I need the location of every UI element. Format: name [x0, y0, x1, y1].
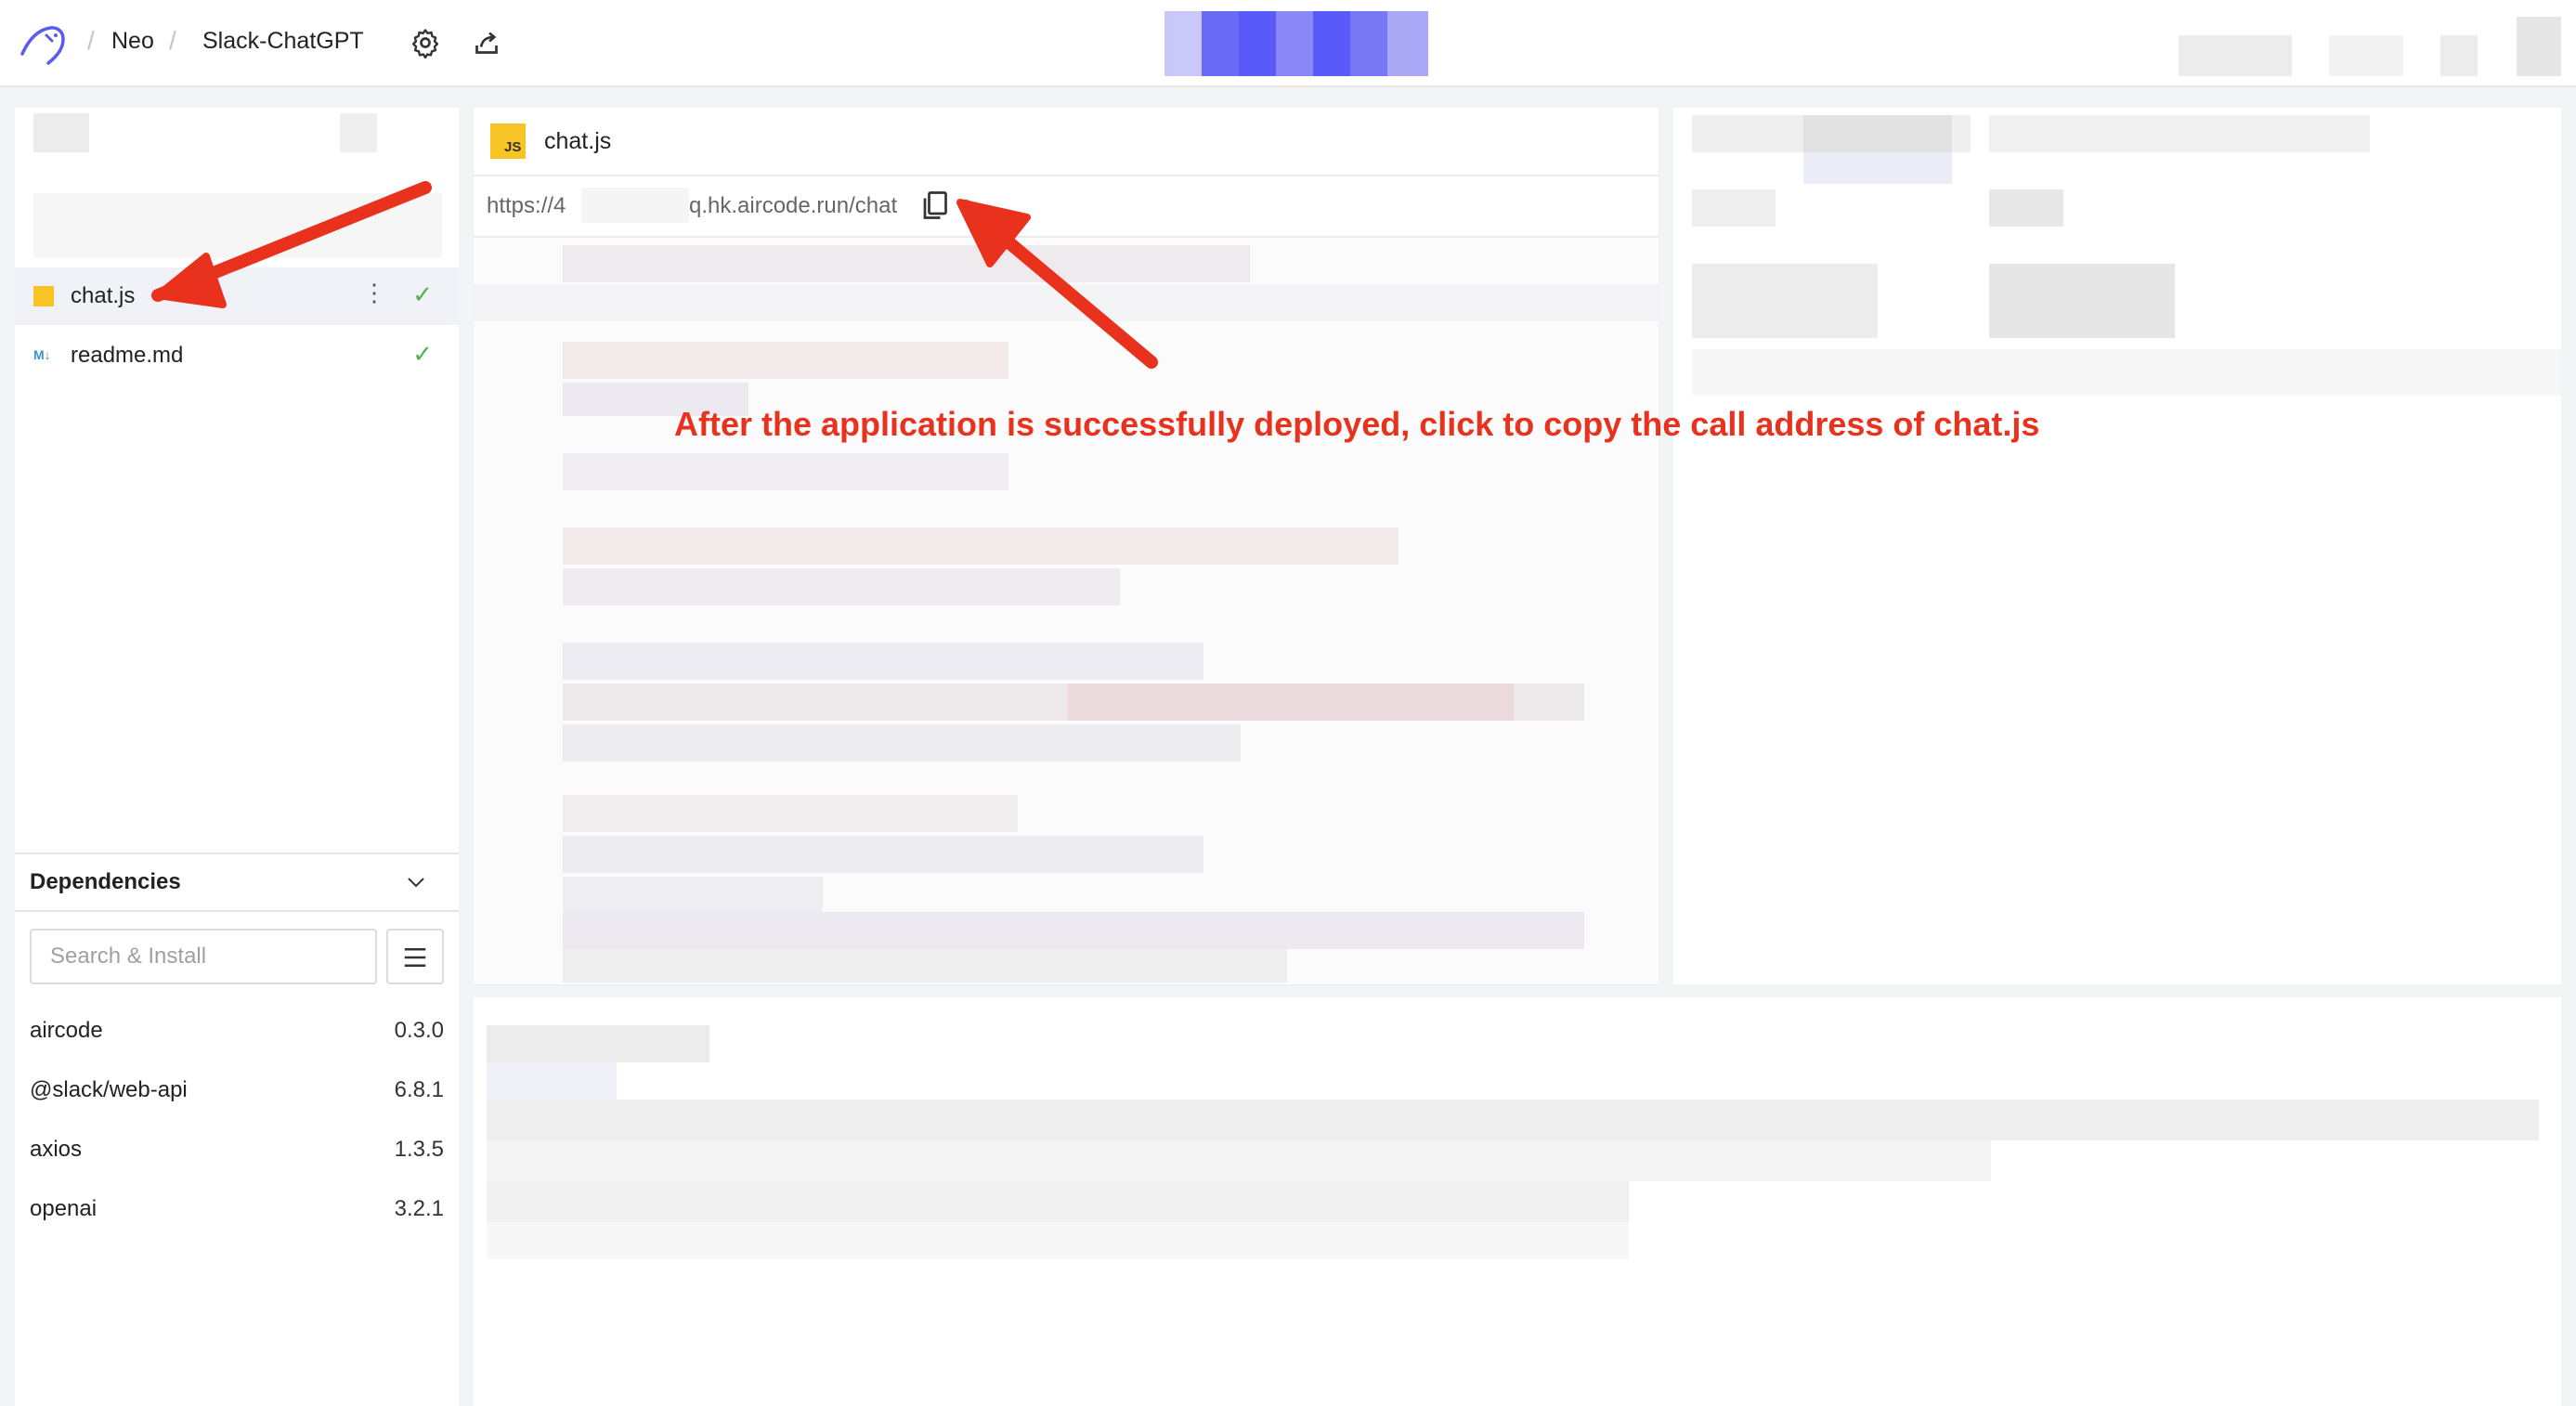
dependency-version: 0.3.0 [394, 1018, 444, 1043]
redacted-block [33, 193, 442, 258]
redacted-code-line [563, 912, 1584, 949]
hamburger-icon [404, 948, 426, 967]
redacted-code-line [474, 284, 1659, 321]
redacted-block [1692, 349, 2561, 396]
redacted-block [1989, 264, 2175, 338]
redacted-block [487, 1140, 1991, 1181]
dependency-row[interactable]: @slack/web-api 6.8.1 [30, 1077, 444, 1114]
dependency-version: 6.8.1 [394, 1077, 444, 1102]
redacted-header-item [2329, 35, 2403, 76]
redacted-block [33, 113, 89, 152]
gear-icon[interactable] [409, 26, 442, 59]
js-file-icon: JS [490, 124, 526, 159]
dependency-row[interactable]: axios 1.3.5 [30, 1137, 444, 1174]
redacted-block [487, 1062, 617, 1100]
breadcrumb-user[interactable]: Neo [111, 28, 154, 55]
file-name: chat.js [71, 283, 136, 308]
breadcrumb-separator: / [87, 26, 95, 55]
console-panel [474, 997, 2561, 1406]
file-name: readme.md [71, 343, 184, 368]
breadcrumb-app[interactable]: Slack-ChatGPT [202, 28, 364, 55]
redacted-code-line [563, 795, 1018, 832]
redacted-code-line [563, 724, 1241, 762]
right-panel [1673, 108, 2561, 984]
check-icon: ✓ [412, 280, 433, 308]
redacted-block [1692, 189, 1776, 227]
more-options-icon[interactable]: ⋮ [362, 279, 386, 307]
annotation-text: After the application is successfully de… [674, 405, 2040, 443]
left-panel: chat.js ⋮ ✓ M↓ readme.md ✓ Dependencies … [15, 108, 459, 1406]
redacted-block [340, 113, 377, 152]
redacted-block [1989, 189, 2063, 227]
dependency-row[interactable]: openai 3.2.1 [30, 1196, 444, 1233]
redacted-block [1803, 115, 1952, 152]
dependency-version: 1.3.5 [394, 1137, 444, 1162]
dependency-name: axios [30, 1137, 83, 1162]
invoke-url-bar: https://4 q.hk.aircode.run/chat [474, 175, 1659, 238]
redacted-block [487, 1100, 2539, 1140]
file-item-readme-md[interactable]: M↓ readme.md ✓ [15, 327, 459, 384]
copy-icon[interactable] [919, 188, 953, 223]
url-prefix: https://4 [487, 193, 566, 218]
dependencies-header[interactable]: Dependencies [15, 853, 459, 912]
redacted-block [1692, 264, 1878, 338]
share-icon[interactable] [470, 26, 503, 59]
dependencies-title: Dependencies [30, 869, 181, 894]
dependency-version: 3.2.1 [394, 1196, 444, 1221]
redacted-block [1803, 152, 1952, 184]
dependency-search-input[interactable] [30, 929, 377, 984]
redacted-code-line [563, 836, 1203, 873]
redacted-header-item [2179, 35, 2292, 76]
top-bar: / Neo / Slack-ChatGPT [0, 0, 2576, 87]
dependency-name: openai [30, 1196, 98, 1221]
dependency-menu-button[interactable] [386, 929, 444, 984]
code-editor-panel: JS chat.js https://4 q.hk.aircode.run/ch… [474, 108, 1659, 984]
redacted-block [487, 1222, 1629, 1259]
redacted-code-line [563, 949, 1287, 983]
file-item-chat-js[interactable]: chat.js ⋮ ✓ [15, 267, 459, 325]
redacted-code-line [563, 453, 1008, 490]
redacted-header-item [2440, 35, 2478, 76]
redacted-block [487, 1025, 709, 1062]
chevron-down-icon[interactable] [405, 871, 427, 893]
redacted-code-line [563, 643, 1203, 680]
dependency-name: aircode [30, 1018, 103, 1043]
breadcrumb-separator: / [169, 26, 176, 55]
editor-tab[interactable]: JS chat.js [474, 108, 1659, 176]
redacted-code-line [563, 877, 823, 914]
dependency-row[interactable]: aircode 0.3.0 [30, 1018, 444, 1055]
check-icon: ✓ [412, 340, 433, 368]
markdown-file-icon: M↓ [33, 347, 51, 362]
url-suffix: q.hk.aircode.run/chat [689, 193, 898, 218]
dependency-name: @slack/web-api [30, 1077, 188, 1102]
redacted-code-line [563, 342, 1008, 379]
redacted-code-line [563, 245, 1250, 282]
redacted-code-line [563, 568, 1120, 605]
redacted-code-line [563, 527, 1399, 565]
redacted-header-avatar [2517, 17, 2561, 76]
aircode-logo[interactable] [17, 17, 69, 69]
redacted-code-line [1068, 683, 1514, 721]
editor-tab-title: chat.js [544, 128, 612, 154]
redacted-header-widget [1164, 11, 1428, 76]
redacted-block [487, 1181, 1629, 1222]
redacted-url-segment [581, 188, 689, 223]
js-file-icon [33, 286, 54, 306]
redacted-block [1989, 115, 2370, 152]
